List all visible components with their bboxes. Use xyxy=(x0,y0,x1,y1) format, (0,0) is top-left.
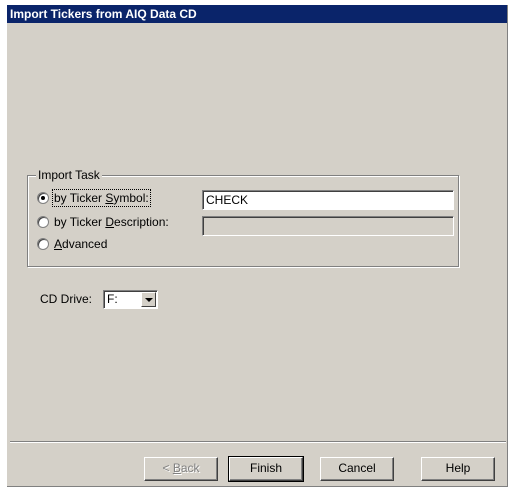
radio-button-selected[interactable] xyxy=(37,192,49,204)
radio-label-description: by Ticker Description: xyxy=(54,215,169,229)
chevron-down-icon[interactable] xyxy=(141,292,156,307)
radio-by-ticker-description[interactable]: by Ticker Description: xyxy=(37,214,169,230)
finish-button[interactable]: Finish xyxy=(228,456,304,482)
radio-label-advanced: Advanced xyxy=(54,237,108,251)
help-button[interactable]: Help xyxy=(421,457,495,481)
cancel-button[interactable]: Cancel xyxy=(320,457,394,481)
radio-button[interactable] xyxy=(37,238,49,250)
cd-drive-select[interactable]: F: xyxy=(103,290,158,309)
cd-drive-label: CD Drive: xyxy=(40,292,93,306)
ticker-description-input xyxy=(202,216,454,236)
window-title: Import Tickers from AIQ Data CD xyxy=(7,5,507,23)
ticker-symbol-input[interactable]: CHECK xyxy=(202,190,454,210)
separator xyxy=(10,441,506,443)
cd-drive-value: F: xyxy=(107,292,118,306)
import-tickers-dialog: Import Tickers from AIQ Data CD Import T… xyxy=(7,5,508,487)
import-task-label: Import Task xyxy=(36,168,102,182)
radio-by-ticker-symbol[interactable]: by Ticker Symbol: xyxy=(37,189,151,207)
radio-label-symbol: by Ticker Symbol: xyxy=(52,189,151,207)
radio-advanced[interactable]: Advanced xyxy=(37,236,107,252)
back-button[interactable]: < Back xyxy=(144,457,218,481)
import-task-group: Import Task by Ticker Symbol: by Ticker … xyxy=(27,168,459,267)
radio-button[interactable] xyxy=(37,216,49,228)
